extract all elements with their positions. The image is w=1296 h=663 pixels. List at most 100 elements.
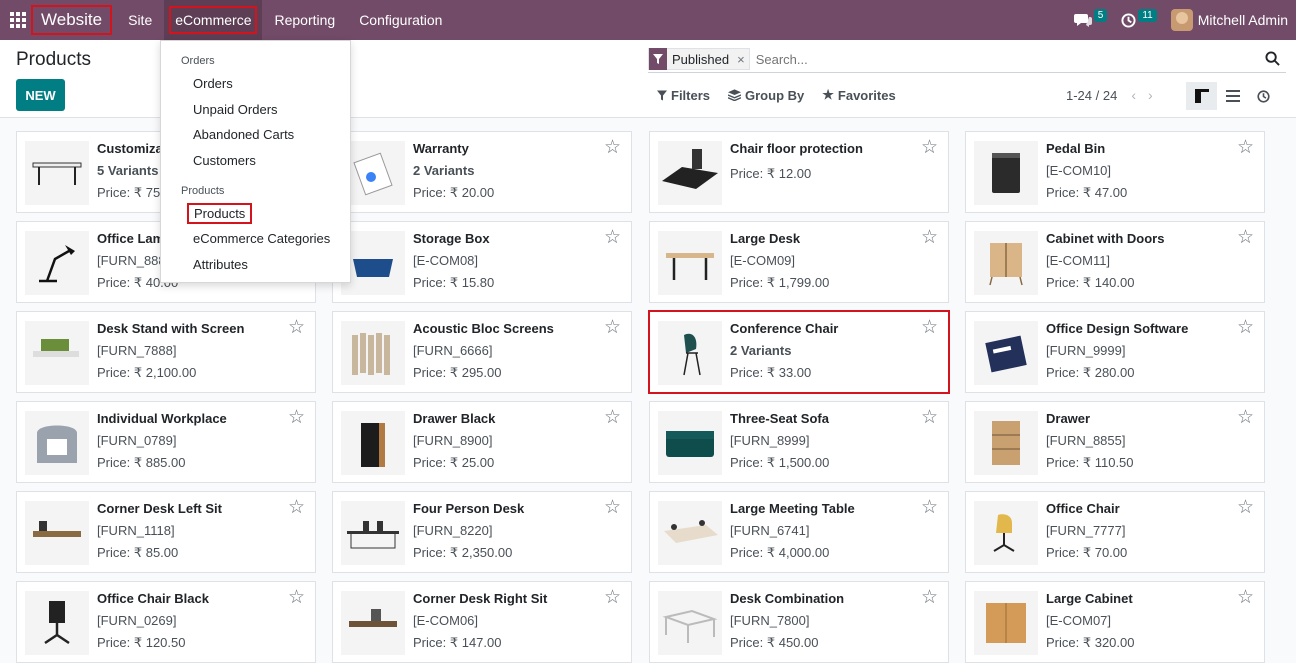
product-image: [25, 321, 89, 385]
dropdown-item-orders[interactable]: Orders: [193, 76, 233, 91]
product-card[interactable]: Desk Stand with Screen [FURN_7888] Price: …: [16, 311, 316, 393]
product-card[interactable]: Chair floor protection Price: ₹ 12.00 ☆: [649, 131, 949, 213]
menu-configuration[interactable]: Configuration: [347, 0, 454, 40]
product-card[interactable]: Large Cabinet [E-COM07] Price: ₹ 320.00 ☆: [965, 581, 1265, 663]
product-reference: [FURN_7888]: [97, 343, 177, 358]
favorite-star-icon[interactable]: ☆: [604, 138, 621, 157]
favorite-star-icon[interactable]: ☆: [604, 408, 621, 427]
product-card[interactable]: Conference Chair 2 Variants Price: ₹ 33.00…: [648, 310, 950, 394]
product-card[interactable]: Large Desk [E-COM09] Price: ₹ 1,799.00 ☆: [649, 221, 949, 303]
chevron-left-icon[interactable]: ‹: [1131, 87, 1136, 103]
messages-button[interactable]: 5: [1073, 8, 1108, 28]
dropdown-item-ecommerce-categories[interactable]: eCommerce Categories: [193, 231, 330, 246]
favorite-star-icon[interactable]: ☆: [1237, 228, 1254, 247]
user-name: Mitchell Admin: [1197, 12, 1288, 28]
product-reference: [E-COM11]: [1046, 253, 1111, 268]
product-card[interactable]: Drawer Black [FURN_8900] Price: ₹ 25.00 ☆: [332, 401, 632, 483]
kanban-view-icon[interactable]: [1186, 82, 1217, 110]
product-card[interactable]: Four Person Desk [FURN_8220] Price: ₹ 2,35…: [332, 491, 632, 573]
favorite-star-icon[interactable]: ☆: [921, 138, 938, 157]
product-image: [658, 411, 722, 475]
favorite-star-icon[interactable]: ☆: [604, 318, 621, 337]
menu-site[interactable]: Site: [116, 0, 164, 40]
favorites-button[interactable]: ★ Favorites: [822, 87, 895, 103]
favorite-star-icon[interactable]: ☆: [1237, 588, 1254, 607]
search-icon[interactable]: [1265, 51, 1280, 66]
chevron-right-icon[interactable]: ›: [1148, 87, 1153, 103]
app-brand[interactable]: Website: [31, 5, 113, 35]
product-card[interactable]: Three-Seat Sofa [FURN_8999] Price: ₹ 1,500…: [649, 401, 949, 483]
favorite-star-icon[interactable]: ☆: [921, 588, 938, 607]
list-view-icon[interactable]: [1217, 82, 1248, 110]
product-price: Price: ₹ 2,350.00: [413, 545, 513, 560]
filter-icon: [649, 48, 667, 70]
product-reference: [FURN_6666]: [413, 343, 493, 358]
product-image: [974, 591, 1038, 655]
product-price: Price: ₹ 25.00: [413, 455, 495, 470]
favorites-label: Favorites: [837, 87, 896, 103]
product-card[interactable]: Corner Desk Right Sit [E-COM06] Price: ₹ 1…: [332, 581, 632, 663]
favorite-star-icon[interactable]: ☆: [288, 408, 305, 427]
product-price: Price: ₹ 2,100.00: [97, 365, 197, 380]
product-reference: [E-COM07]: [1046, 613, 1112, 628]
favorite-star-icon[interactable]: ☆: [1237, 318, 1254, 337]
favorite-star-icon[interactable]: ☆: [604, 588, 621, 607]
filters-button[interactable]: Filters: [657, 87, 710, 103]
favorite-star-icon[interactable]: ☆: [921, 408, 938, 427]
favorite-star-icon[interactable]: ☆: [1237, 138, 1254, 157]
new-button[interactable]: NEW: [16, 79, 65, 111]
favorite-star-icon[interactable]: ☆: [604, 498, 621, 517]
product-card[interactable]: Corner Desk Left Sit [FURN_1118] Price: ₹ …: [16, 491, 316, 573]
product-card[interactable]: Storage Box [E-COM08] Price: ₹ 15.80 ☆: [332, 221, 632, 303]
product-card[interactable]: Office Design Software [FURN_9999] Price: …: [965, 311, 1265, 393]
product-card[interactable]: Cabinet with Doors [E-COM11] Price: ₹ 140.…: [965, 221, 1265, 303]
dropdown-item-customers[interactable]: Customers: [193, 153, 256, 168]
product-price: Price: ₹ 140.00: [1046, 275, 1135, 290]
product-card[interactable]: Pedal Bin [E-COM10] Price: ₹ 47.00 ☆: [965, 131, 1265, 213]
product-price: Price: ₹ 110.50: [1046, 455, 1134, 470]
dropdown-item-products[interactable]: Products: [187, 203, 253, 224]
favorite-star-icon[interactable]: ☆: [288, 318, 305, 337]
user-menu[interactable]: Mitchell Admin: [1170, 9, 1288, 31]
product-reference: 5 Variants: [97, 163, 159, 178]
product-name: Office Chair Black: [97, 591, 209, 606]
group-by-button[interactable]: Group By: [728, 87, 804, 103]
dropdown-item-abandoned-carts[interactable]: Abandoned Carts: [193, 127, 294, 142]
product-name: Large Desk: [730, 231, 801, 246]
product-image: [974, 231, 1038, 295]
product-name: Large Meeting Table: [730, 501, 855, 516]
product-name: Individual Workplace: [97, 411, 227, 426]
favorite-star-icon[interactable]: ☆: [921, 228, 938, 247]
pager-value[interactable]: 1-24 / 24: [1066, 88, 1117, 103]
star-icon: ★: [822, 87, 834, 102]
dropdown-item-attributes[interactable]: Attributes: [193, 257, 248, 272]
product-card[interactable]: Large Meeting Table [FURN_6741] Price: ₹ 4…: [649, 491, 949, 573]
product-reference: [FURN_8900]: [413, 433, 493, 448]
favorite-star-icon[interactable]: ☆: [604, 228, 621, 247]
search-input[interactable]: [755, 51, 1236, 67]
product-card[interactable]: Warranty 2 Variants Price: ₹ 20.00 ☆: [332, 131, 632, 213]
product-card[interactable]: Acoustic Bloc Screens [FURN_6666] Price: ₹…: [332, 311, 632, 393]
product-card[interactable]: Drawer [FURN_8855] Price: ₹ 110.50 ☆: [965, 401, 1265, 483]
product-card[interactable]: Individual Workplace [FURN_0789] Price: ₹ …: [16, 401, 316, 483]
product-reference: [FURN_9999]: [1046, 343, 1126, 358]
dropdown-item-unpaid-orders[interactable]: Unpaid Orders: [193, 102, 278, 117]
product-card[interactable]: Office Chair Black [FURN_0269] Price: ₹ 12…: [16, 581, 316, 663]
product-card[interactable]: Office Chair [FURN_7777] Price: ₹ 70.00 ☆: [965, 491, 1265, 573]
menu-reporting[interactable]: Reporting: [262, 0, 347, 40]
favorite-star-icon[interactable]: ☆: [288, 588, 305, 607]
menu-ecommerce[interactable]: eCommerce: [164, 0, 263, 40]
facet-label: Published: [672, 51, 730, 67]
product-image: [341, 591, 405, 655]
product-card[interactable]: Desk Combination [FURN_7800] Price: ₹ 450.…: [649, 581, 949, 663]
product-name: Large Cabinet: [1046, 591, 1133, 606]
activity-view-icon[interactable]: [1248, 82, 1279, 110]
favorite-star-icon[interactable]: ☆: [921, 498, 938, 517]
favorite-star-icon[interactable]: ☆: [1237, 408, 1254, 427]
product-name: Three-Seat Sofa: [730, 411, 829, 426]
favorite-star-icon[interactable]: ☆: [921, 318, 938, 337]
favorite-star-icon[interactable]: ☆: [1237, 498, 1254, 517]
favorite-star-icon[interactable]: ☆: [288, 498, 305, 517]
activities-button[interactable]: 11: [1121, 8, 1157, 28]
facet-remove-icon[interactable]: ×: [733, 52, 749, 67]
